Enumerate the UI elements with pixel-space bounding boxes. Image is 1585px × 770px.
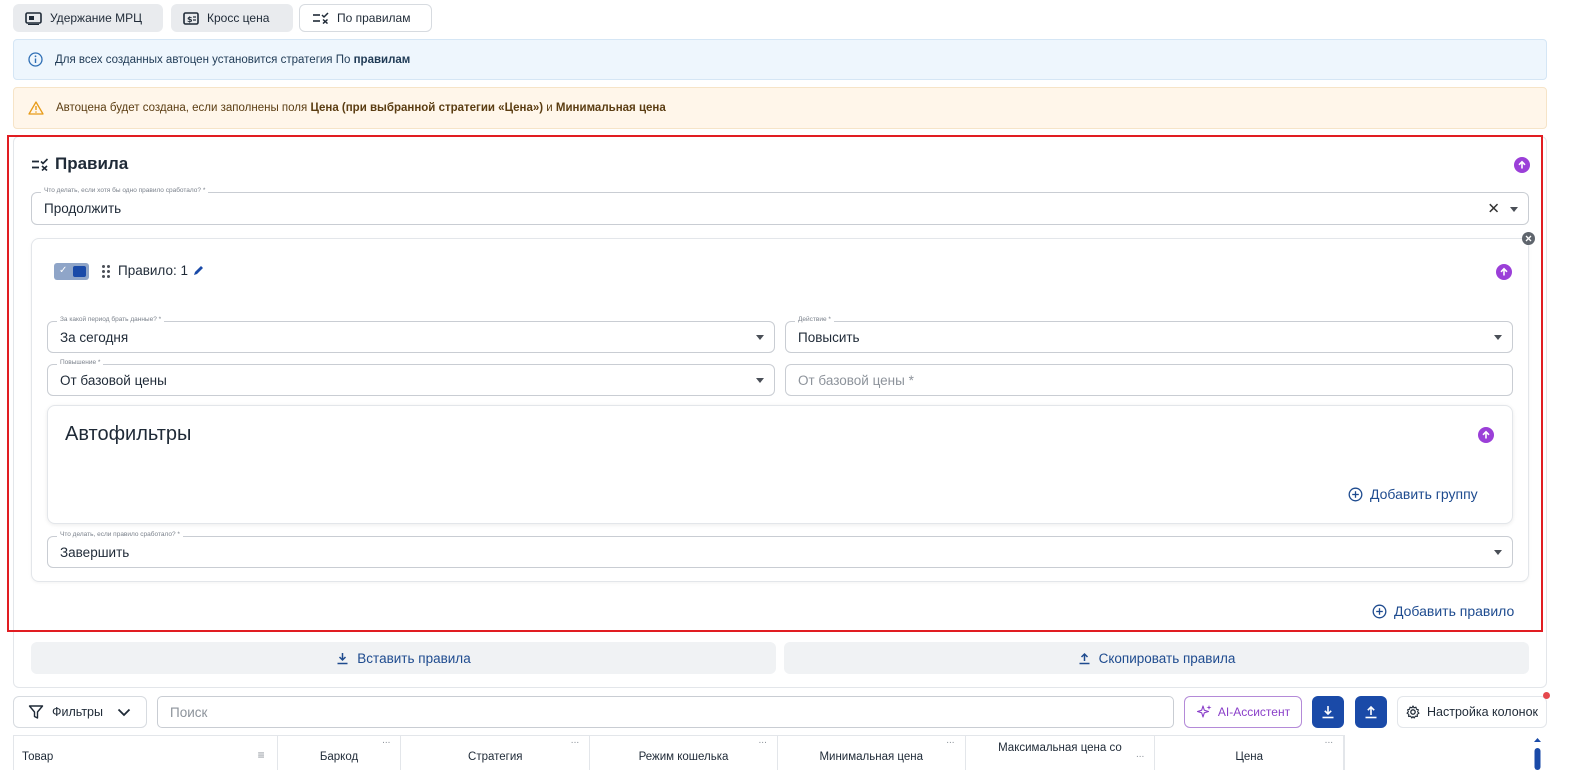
rules-title: Правила (31, 154, 128, 174)
svg-text:$: $ (187, 15, 193, 24)
warning-icon (28, 101, 44, 115)
more-icon[interactable]: ... (382, 736, 390, 746)
add-rule-button[interactable]: Добавить правило (1372, 603, 1514, 619)
scrollbar[interactable] (1534, 738, 1541, 770)
column-header-wallet-mode[interactable]: ... Режим кошелька (590, 736, 778, 770)
rrp-hold-icon (25, 11, 42, 25)
download-icon (337, 652, 348, 664)
drag-handle-icon[interactable] (101, 264, 111, 284)
cross-price-icon: $ (183, 11, 199, 25)
clear-icon[interactable]: ✕ (1487, 201, 1500, 216)
column-header-price[interactable]: ... Цена (1155, 736, 1345, 770)
chevron-down-icon (1494, 550, 1502, 555)
tab-label: Удержание МРЦ (50, 11, 142, 25)
chevron-down-icon (756, 378, 764, 383)
arrow-up-icon (1518, 160, 1526, 169)
check-icon: ✓ (59, 265, 68, 276)
more-icon[interactable]: ... (1136, 750, 1144, 760)
more-icon[interactable]: ... (759, 736, 767, 746)
info-icon (28, 52, 43, 67)
tab-label: Кросс цена (207, 11, 270, 25)
download-button[interactable] (1312, 696, 1344, 728)
collapse-autofilters-button[interactable] (1478, 427, 1494, 443)
raise-select[interactable]: Повышение * От базовой цены (47, 358, 775, 396)
filters-button[interactable]: Фильтры (13, 696, 147, 728)
period-select[interactable]: За какой период брать данные? * За сегод… (47, 315, 775, 353)
download-icon (1322, 706, 1334, 719)
chevron-down-icon (1494, 335, 1502, 340)
tab-label: По правилам (337, 11, 411, 25)
plus-circle-icon (1372, 604, 1387, 618)
rules-icon (32, 157, 49, 171)
action-select[interactable]: Действие * Повысить (785, 315, 1513, 353)
upload-icon (1365, 705, 1377, 719)
add-group-button[interactable]: Добавить группу (1348, 486, 1478, 502)
tab-by-rules[interactable]: По правилам (299, 4, 432, 32)
column-menu-icon[interactable]: ≡ (258, 749, 265, 762)
tab-rrp-hold[interactable]: Удержание МРЦ (13, 4, 163, 32)
pencil-icon[interactable] (193, 265, 204, 276)
column-header-strategy[interactable]: ... Стратегия (401, 736, 591, 770)
chevron-down-icon (756, 335, 764, 340)
column-header-barcode[interactable]: ... Баркод (278, 736, 402, 770)
column-header-product[interactable]: Товар ≡ (14, 736, 278, 770)
more-icon[interactable]: ... (571, 736, 579, 746)
close-icon (1525, 235, 1532, 242)
upload-button[interactable] (1355, 696, 1387, 728)
more-icon[interactable]: ... (946, 736, 954, 746)
remove-rule-button[interactable] (1522, 232, 1535, 245)
autofilters-card (47, 405, 1513, 524)
column-header-min-price[interactable]: ... Минимальная цена (778, 736, 966, 770)
autofilters-title: Автофильтры (65, 423, 192, 445)
paste-rules-button[interactable]: Вставить правила (31, 642, 776, 674)
more-icon[interactable]: ... (1325, 736, 1333, 746)
info-alert-text: Для всех созданных автоцен установится с… (55, 53, 411, 66)
arrow-up-icon (1500, 267, 1508, 276)
rule-name: Правило: 1 (118, 263, 204, 278)
filter-icon (28, 705, 44, 719)
info-alert: Для всех созданных автоцен установится с… (13, 39, 1547, 80)
collapse-rules-button[interactable] (1514, 157, 1530, 173)
notification-dot (1543, 692, 1550, 699)
search-input[interactable] (157, 696, 1174, 728)
chevron-down-icon (117, 708, 131, 716)
rule-enabled-toggle[interactable]: ✓ (54, 263, 89, 280)
gear-icon (1406, 705, 1420, 719)
sparkle-icon (1196, 704, 1212, 718)
arrow-up-icon (1482, 430, 1490, 439)
upload-icon (1079, 652, 1090, 664)
collapse-rule-button[interactable] (1496, 264, 1512, 280)
any-rule-select[interactable]: Что делать, если хотя бы одно правило ср… (31, 186, 1529, 225)
rules-icon (313, 12, 329, 24)
chevron-down-icon (1510, 206, 1518, 212)
ai-assistant-button[interactable]: AI-Ассистент (1184, 696, 1302, 728)
copy-rules-button[interactable]: Скопировать правила (784, 642, 1529, 674)
column-settings-button[interactable]: Настройка колонок (1397, 696, 1547, 728)
plus-circle-icon (1348, 487, 1363, 501)
base-price-input[interactable]: От базовой цены * (785, 364, 1513, 396)
tab-cross-price[interactable]: $ Кросс цена (171, 4, 293, 32)
warning-alert: Автоцена будет создана, если заполнены п… (13, 87, 1547, 129)
column-header-max-price[interactable]: ... Максимальная цена со (966, 736, 1156, 770)
table-header: Товар ≡ ... Баркод ... Стратегия ... Реж… (13, 735, 1345, 770)
warning-alert-text: Автоцена будет создана, если заполнены п… (56, 102, 666, 114)
on-trigger-select[interactable]: Что делать, если правило сработало? * За… (47, 530, 1513, 568)
